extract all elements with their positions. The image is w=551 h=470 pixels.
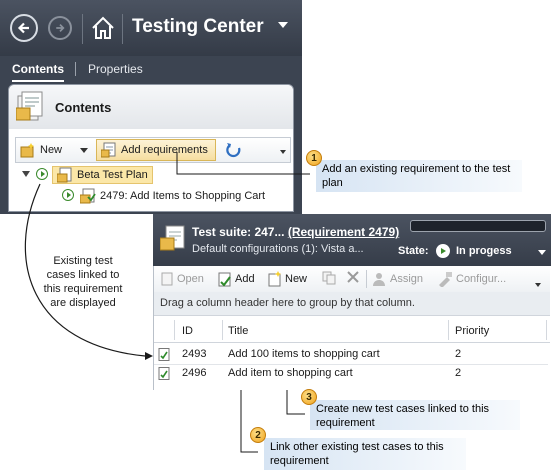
open-button[interactable]: Open [160,269,204,289]
side-note: Existing test cases linked to this requi… [43,255,123,309]
progress-bar [410,220,546,232]
column-divider [546,320,547,340]
test-case-icon [158,367,170,380]
cell-title: Add item to shopping cart [228,367,353,379]
new-test-case-button[interactable]: New [266,269,307,289]
column-header-id[interactable]: ID [182,325,193,337]
cell-priority: 2 [455,367,462,379]
add-test-case-icon [218,272,231,287]
in-progress-state-icon [436,244,450,258]
open-button-label: Open [177,273,204,285]
suite-title: Test suite: 247... (Requirement 2479) [192,225,399,239]
grid-header [154,318,550,343]
cell-id: 2493 [182,348,207,360]
callout-link-existing-test-cases: Link other existing test cases to this r… [264,438,466,470]
toolbar-overflow-icon[interactable] [535,283,541,287]
test-suite-icon [159,224,186,252]
add-button[interactable]: Add [216,269,255,289]
copy-icon [322,271,336,285]
callout-create-new-test-cases: Create new test cases linked to this req… [310,400,520,430]
test-case-icon [158,348,170,361]
copy-button[interactable] [322,271,336,285]
requirement-link[interactable]: (Requirement 2479) [288,225,399,239]
suite-title-prefix: Test suite: 247... [192,225,285,239]
delete-button[interactable] [346,270,360,284]
configure-icon [439,272,452,287]
cell-title: Add 100 items to shopping cart [228,348,380,360]
configuration-text[interactable]: Default configurations (1): Vista a... [192,243,364,255]
table-row[interactable]: 2496 Add item to shopping cart 2 [154,365,548,383]
open-icon [161,272,173,286]
callout-badge-2: 2 [250,427,266,443]
add-button-label: Add [235,273,255,285]
state-dropdown-icon[interactable] [538,250,546,255]
callout-badge-3: 3 [301,389,317,405]
configure-button[interactable]: Configur... [437,269,506,289]
column-header-title[interactable]: Title [228,325,248,337]
configure-button-label: Configur... [456,273,507,285]
state-value[interactable]: In progess [456,245,512,257]
assign-button[interactable]: Assign [371,269,423,289]
state-label: State: [398,245,429,257]
callout-badge-1: 1 [306,150,322,166]
column-divider [448,320,449,340]
column-divider [174,320,175,340]
new-test-case-icon [268,271,281,287]
assign-button-label: Assign [390,273,424,285]
delete-icon [347,271,359,283]
table-row[interactable]: 2493 Add 100 items to shopping cart 2 [154,346,548,365]
toolbar-divider [366,270,367,288]
cell-id: 2496 [182,367,207,379]
new-test-case-label: New [285,273,308,285]
group-by-hint[interactable]: Drag a column header here to group by th… [154,292,550,316]
callout-add-requirement: Add an existing requirement to the test … [316,160,522,192]
cell-priority: 2 [455,348,462,360]
column-divider [222,320,223,340]
column-header-priority[interactable]: Priority [455,325,489,337]
assign-icon [373,273,385,286]
